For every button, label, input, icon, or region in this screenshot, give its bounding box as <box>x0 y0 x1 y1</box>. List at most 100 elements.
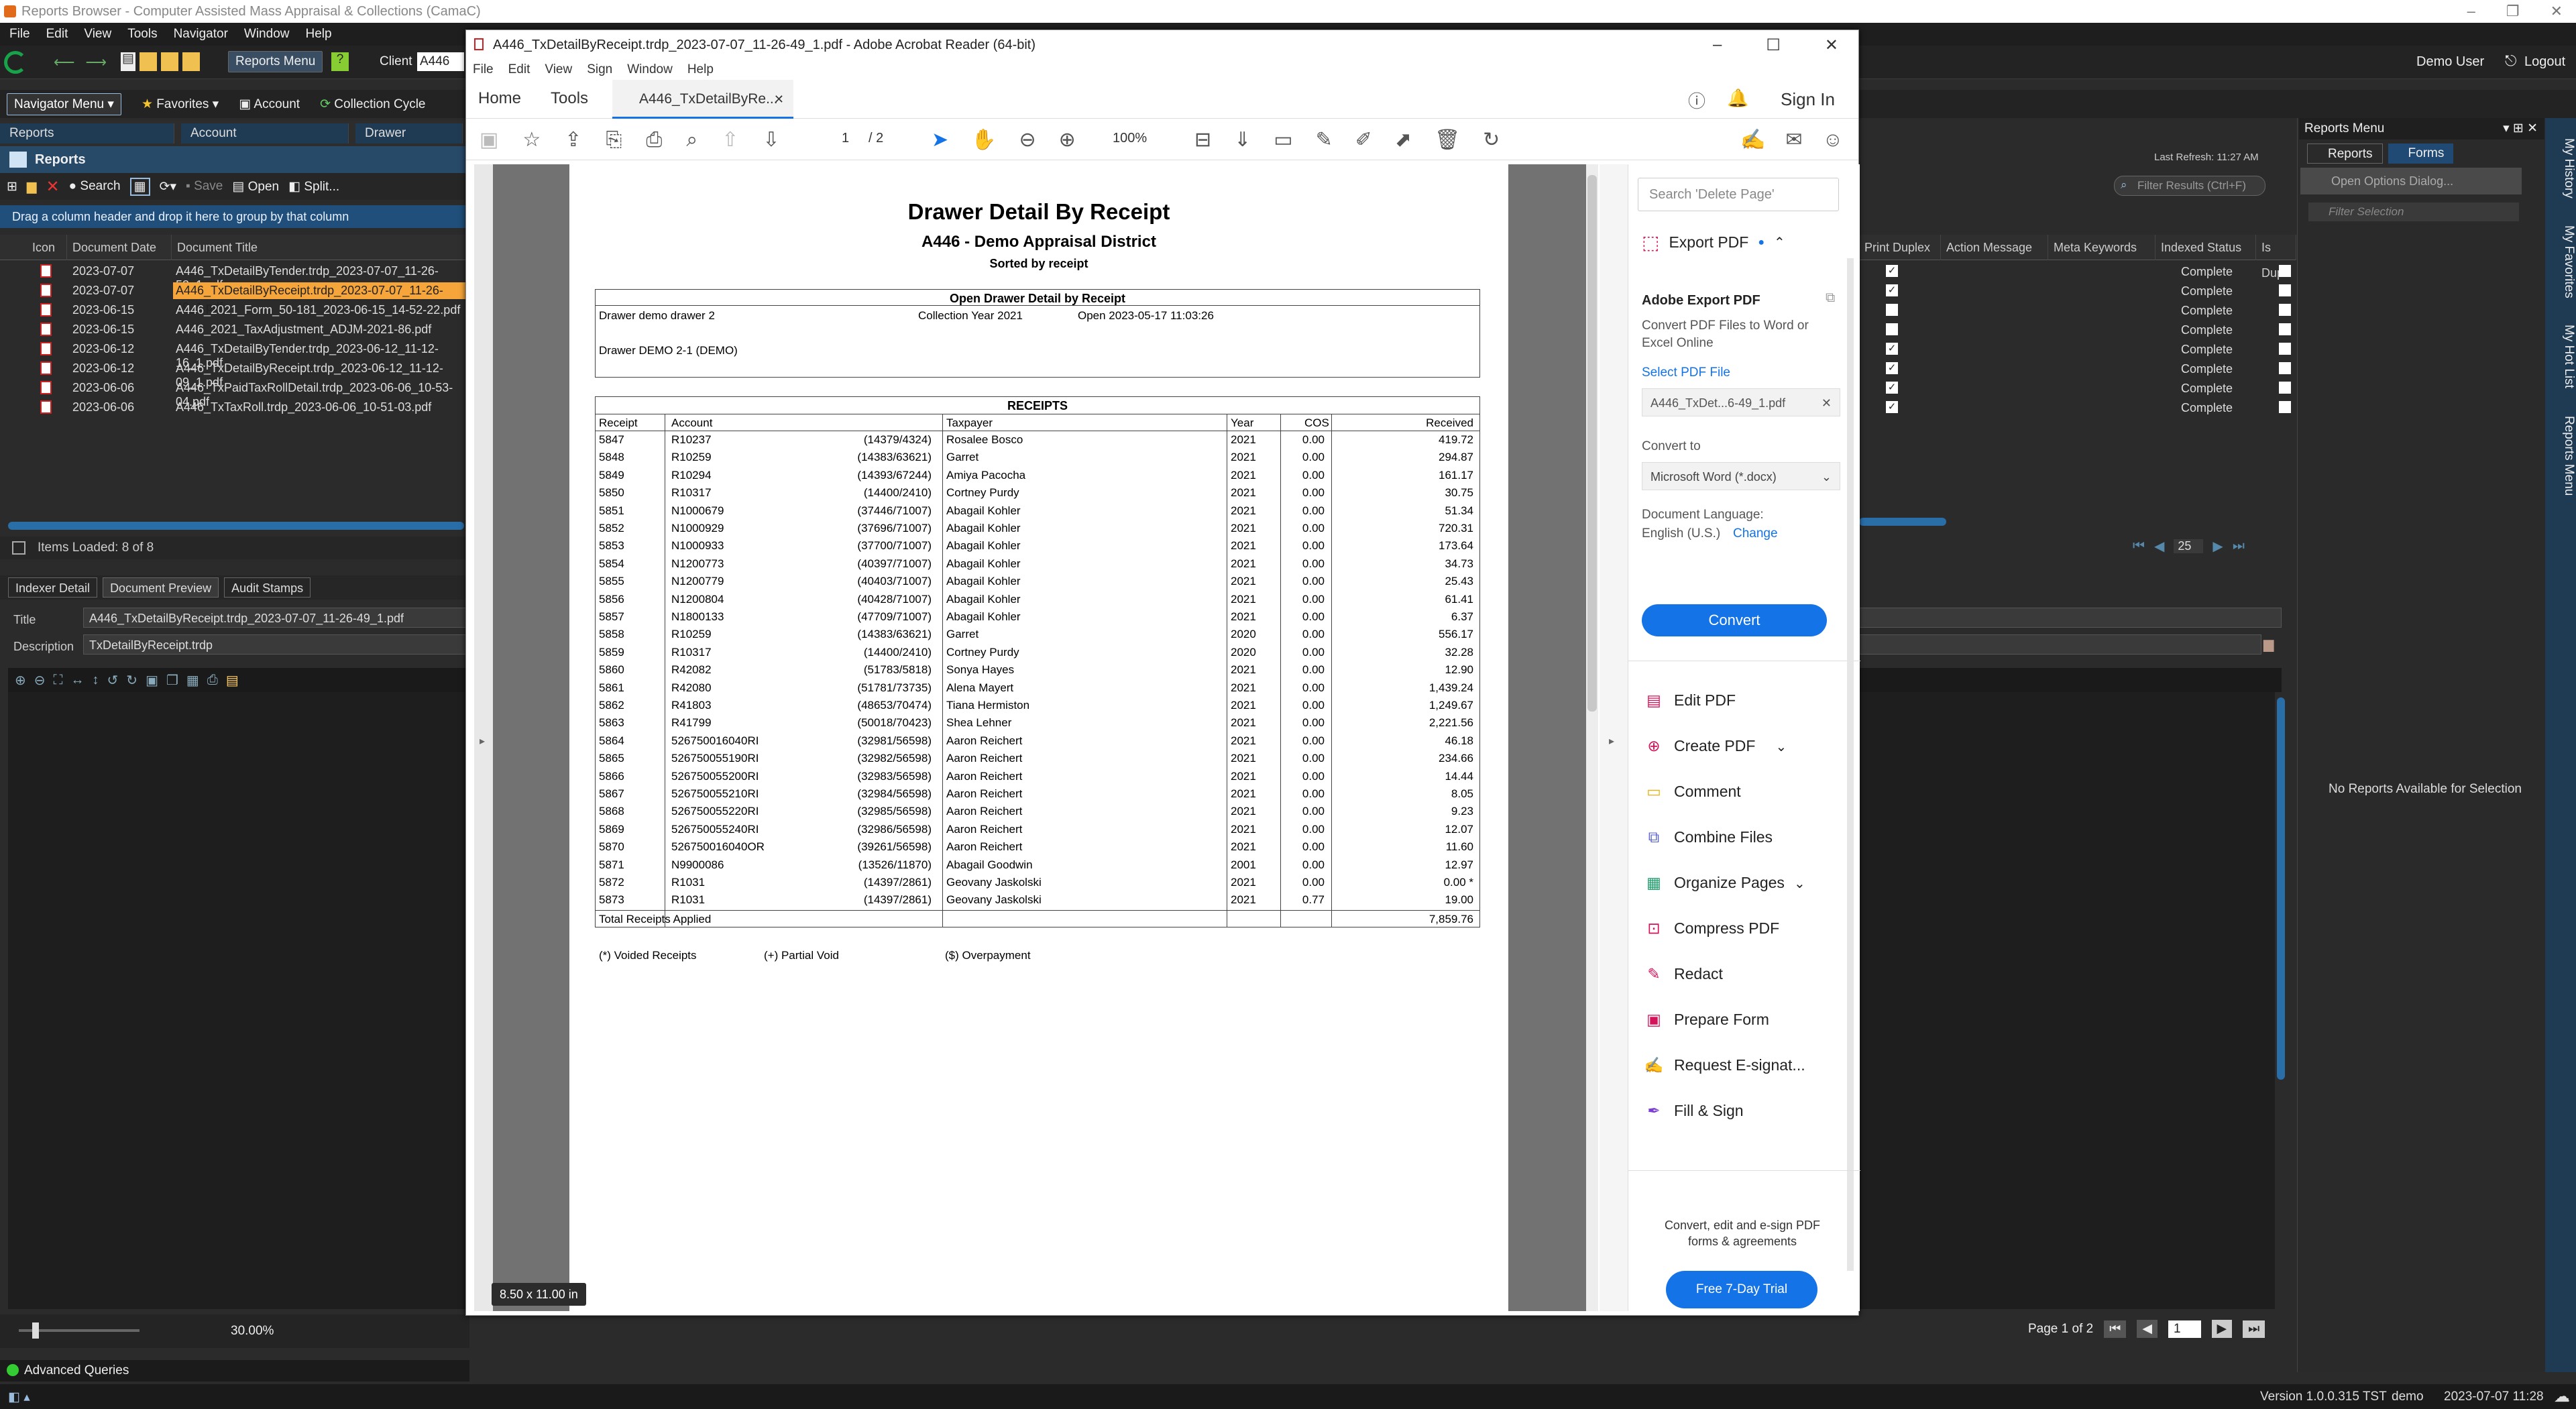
draw-icon[interactable]: ✐ <box>1355 128 1372 152</box>
first-page-icon[interactable]: ⏮ <box>2133 539 2145 554</box>
export-pdf-header[interactable]: ⬚ Export PDF ● ⌃ <box>1642 231 1785 253</box>
email-icon[interactable]: ✉ <box>1785 128 1802 152</box>
print-duplex-checkbox[interactable] <box>1886 304 1898 316</box>
tab-menu-reports[interactable]: Reports <box>2307 144 2383 164</box>
favorites-button[interactable]: ★ Favorites ▾ <box>142 97 219 112</box>
rotate-right-icon[interactable]: ↻ <box>126 672 137 689</box>
link-sign-icon[interactable]: ✍ <box>1740 128 1765 152</box>
help-icon[interactable]: ? <box>331 52 349 71</box>
logout-icon[interactable]: ⎋ <box>2505 52 2516 70</box>
folder-icon[interactable] <box>139 52 157 71</box>
table-row-right[interactable]: ✓ Complete <box>1859 359 2296 378</box>
close-icon[interactable]: ✕ <box>2551 3 2563 20</box>
menu-edit[interactable]: Edit <box>46 27 68 42</box>
next-page-arrow-icon[interactable]: ⇩ <box>763 128 779 152</box>
maximize-icon[interactable]: ❐ <box>2506 3 2520 20</box>
save-file-icon[interactable]: ▣ <box>480 128 498 152</box>
preview-last-icon[interactable]: ⏭ <box>2243 1320 2265 1338</box>
acro-menu-edit[interactable]: Edit <box>508 62 530 77</box>
export-options-icon[interactable]: ⧉ <box>1826 290 1835 306</box>
table-row-right[interactable]: Complete <box>1859 320 2296 339</box>
filter-selection-input[interactable]: Filter Selection <box>2308 203 2519 221</box>
menu-view[interactable]: View <box>84 27 111 42</box>
side-tab-hotlist[interactable]: My Hot List <box>2545 325 2576 388</box>
is-duplicate-checkbox[interactable] <box>2279 343 2291 355</box>
tab-menu-forms[interactable]: Forms <box>2388 144 2454 164</box>
preview-prev-icon[interactable]: ◀ <box>2137 1320 2158 1338</box>
side-tab-history[interactable]: My History <box>2545 138 2576 199</box>
col-document-date[interactable]: Document Date <box>67 235 172 260</box>
select-cursor-icon[interactable]: ➤ <box>932 128 948 152</box>
help-circle-icon[interactable]: ⓘ <box>1688 88 1705 113</box>
acro-menu-file[interactable]: File <box>473 62 494 77</box>
menu-tools[interactable]: Tools <box>127 27 157 42</box>
page-fit-icon[interactable]: ⊟ <box>1194 128 1211 152</box>
tab-indexer-detail[interactable]: Indexer Detail <box>8 577 98 598</box>
col-print-duplex[interactable]: Print Duplex <box>1859 235 1941 260</box>
last-page-icon[interactable]: ⏭ <box>2233 539 2245 554</box>
is-duplicate-checkbox[interactable] <box>2279 362 2291 374</box>
tool-comment[interactable]: ▭ Comment <box>1643 783 1741 801</box>
tab-account[interactable]: Account <box>181 123 349 144</box>
zoom-level-select[interactable]: 100% <box>1113 131 1147 146</box>
open-button[interactable]: ▤ Open <box>232 179 279 194</box>
advanced-queries-bar[interactable]: Advanced Queries <box>0 1360 469 1382</box>
table-row[interactable]: 2023-06-15 A446_2021_Form_50-181_2023-06-… <box>0 300 469 320</box>
layout-icon[interactable]: ⊞ <box>7 179 17 194</box>
zoom-in-circle-icon[interactable]: ⊕ <box>1059 128 1076 152</box>
print-icon[interactable]: ⎙ <box>207 673 218 688</box>
tool-fill-sign[interactable]: ✒ Fill & Sign <box>1643 1102 1743 1120</box>
folder2-icon[interactable] <box>161 52 178 71</box>
forward-icon[interactable]: ⟶ <box>86 54 107 71</box>
selected-file-field[interactable]: A446_TxDet...6-49_1.pdf ✕ <box>1642 388 1840 416</box>
tool-combine-files[interactable]: ⧉ Combine Files <box>1643 828 1773 846</box>
is-duplicate-checkbox[interactable] <box>2279 284 2291 296</box>
menu-navigator[interactable]: Navigator <box>174 27 228 42</box>
highlight-pen-icon[interactable]: ✎ <box>1316 128 1333 152</box>
fit-height-icon[interactable]: ↕ <box>93 673 99 688</box>
grid-icon[interactable]: ▦ <box>129 177 150 196</box>
menu-window[interactable]: Window <box>244 27 290 42</box>
title-field[interactable]: A446_TxDetailByReceipt.trdp_2023-07-07_1… <box>83 608 469 628</box>
fit-icon[interactable]: ⛶ <box>54 673 63 688</box>
table-row[interactable]: 2023-06-06 A446_TxPaidTaxRollDetail.trdp_… <box>0 378 469 408</box>
client-select[interactable]: A446 <box>417 52 464 71</box>
tool-edit-pdf[interactable]: ▤ Edit PDF <box>1643 691 1736 710</box>
col-icon[interactable]: Icon <box>27 235 67 260</box>
table-row[interactable]: 2023-07-07 A446_TxDetailByTender.trdp_202… <box>0 262 469 292</box>
collection-cycle-button[interactable]: ⟳ Collection Cycle <box>320 97 425 112</box>
prev-page-icon[interactable]: ◀ <box>2154 538 2164 555</box>
preview-next-icon[interactable]: ▶ <box>2211 1320 2233 1338</box>
panel-controls-icon[interactable]: ▾ ⊞ ✕ <box>2503 118 2538 139</box>
acrobat-minimize-icon[interactable]: – <box>1713 36 1722 54</box>
expand-left-icon[interactable]: ▸ <box>480 734 485 748</box>
change-language-link[interactable]: Change <box>1733 526 1778 541</box>
folder-browse-icon[interactable]: ▆ <box>2263 636 2274 653</box>
prev-page-arrow-icon[interactable]: ⇧ <box>722 128 738 152</box>
search-tools-input[interactable]: Search 'Delete Page' <box>1638 178 1839 211</box>
table-row-right[interactable]: Complete <box>1859 300 2296 320</box>
tool-compress-pdf[interactable]: ⊡ Compress PDF <box>1643 919 1779 938</box>
select-pdf-file-link[interactable]: Select PDF File <box>1642 365 1730 380</box>
navigator-menu-button[interactable]: Navigator Menu ▾ <box>7 93 121 115</box>
stamp-icon[interactable]: ⬈ <box>1395 128 1412 152</box>
description-field-right[interactable] <box>1859 634 2261 655</box>
rotate-icon[interactable]: ↻ <box>1483 128 1500 152</box>
acro-menu-view[interactable]: View <box>545 62 572 77</box>
horizontal-scrollbar[interactable] <box>8 522 464 530</box>
upload-icon[interactable]: ⇪ <box>565 128 581 152</box>
acro-menu-window[interactable]: Window <box>627 62 673 77</box>
minimize-icon[interactable]: – <box>2467 3 2475 20</box>
copy-icon[interactable]: ❐ <box>166 672 178 689</box>
table-row[interactable]: 2023-06-15 A446_2021_TaxAdjustment_ADJM-2… <box>0 320 469 339</box>
col-indexed-status[interactable]: Indexed Status <box>2155 235 2256 260</box>
zoom-out-icon[interactable]: ⊖ <box>34 672 46 689</box>
preview-vscroll[interactable] <box>2277 697 2285 1080</box>
rotate-left-icon[interactable]: ↺ <box>107 672 119 689</box>
is-duplicate-checkbox[interactable] <box>2279 382 2291 394</box>
collapse-pane-icon[interactable]: ▸ <box>1609 734 1614 748</box>
document-tab[interactable]: A446_TxDetailByRe... ✕ <box>612 80 793 119</box>
page-size-select[interactable]: 25 <box>2174 539 2204 553</box>
share-file-icon[interactable]: ⎘ <box>606 129 622 152</box>
table-row[interactable]: 2023-06-12 A446_TxDetailByTender.trdp_202… <box>0 339 469 370</box>
